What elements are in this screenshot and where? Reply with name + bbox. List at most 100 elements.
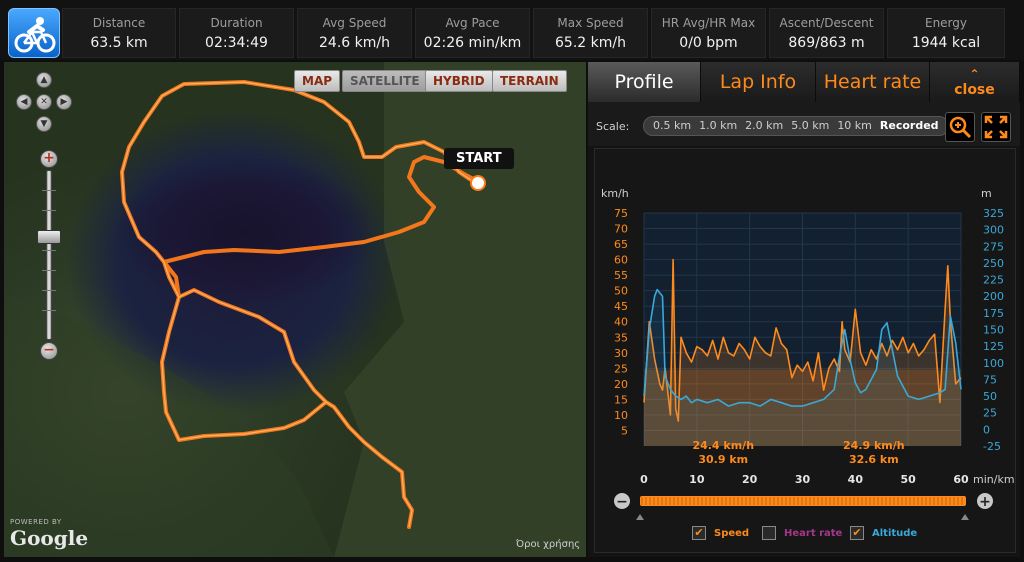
zoom-track[interactable]: [46, 170, 52, 340]
map-type-terrain-button[interactable]: TERRAIN: [492, 70, 567, 92]
stat-label: Avg Pace: [445, 16, 500, 30]
y-left-tick-label: 50: [614, 285, 628, 298]
minus-glyph: −: [616, 494, 628, 510]
pan-control: ▲ ◀ ✕ ▶ ▼: [14, 68, 72, 134]
x-tick-label: 60: [953, 473, 969, 486]
y-right-tick-label: 225: [983, 274, 1004, 287]
stats-bar: Distance 63.5 km Duration 02:34:49 Avg Spe…: [0, 0, 1024, 60]
route-overlay: [4, 62, 586, 557]
y-left-tick-label: 20: [614, 378, 628, 391]
legend-speed-label: Speed: [714, 527, 750, 539]
pan-down-icon[interactable]: ▼: [36, 116, 52, 132]
zoom-chart-button[interactable]: [945, 112, 975, 142]
x-tick-label: 20: [742, 473, 758, 486]
terms-link[interactable]: Όροι χρήσης: [516, 539, 580, 550]
checkbox-heart-rate[interactable]: [762, 526, 776, 540]
zoom-tick: [42, 210, 56, 211]
y-left-tick-label: 10: [614, 409, 628, 422]
annotation-speed: 24.4 km/h: [692, 439, 754, 452]
cycling-icon[interactable]: [8, 8, 60, 58]
x-tick-label: 50: [901, 473, 917, 486]
stat-value: 02:34:49: [205, 35, 268, 51]
tab-lap-info[interactable]: Lap Info: [701, 62, 816, 102]
stat-value: 869/863 m: [788, 35, 865, 51]
scale-option-2km[interactable]: 2.0 km: [742, 117, 786, 135]
y-left-tick-label: 5: [621, 424, 628, 437]
start-marker[interactable]: [470, 175, 486, 191]
checkbox-altitude[interactable]: ✔: [850, 526, 864, 540]
y-left-tick-label: 60: [614, 254, 628, 267]
x-tick-label: 10: [689, 473, 705, 486]
range-handle-right-icon: [961, 514, 969, 520]
y-right-axis-label: m: [981, 187, 992, 200]
annotation-distance: 30.9 km: [698, 453, 748, 466]
stat-distance: Distance 63.5 km: [62, 8, 176, 58]
y-right-tick-label: 150: [983, 324, 1004, 337]
y-left-tick-label: 15: [614, 393, 628, 406]
zoom-in-icon[interactable]: +: [40, 150, 58, 168]
y-left-axis-label: km/h: [601, 187, 629, 200]
map-type-map-button[interactable]: MAP: [294, 70, 341, 92]
scale-selector: 0.5 km 1.0 km 2.0 km 5.0 km 10 km Record…: [643, 116, 949, 136]
legend-heart-rate[interactable]: Heart rate: [762, 525, 842, 541]
stat-avg-pace: Avg Pace 02:26 min/km: [415, 8, 530, 58]
stat-duration: Duration 02:34:49: [179, 8, 294, 58]
scale-option-10km[interactable]: 10 km: [834, 117, 875, 135]
app-root: Distance 63.5 km Duration 02:34:49 Avg Spe…: [0, 0, 1024, 562]
scale-option-5km[interactable]: 5.0 km: [788, 117, 832, 135]
y-left-tick-label: 65: [614, 238, 628, 251]
pan-up-icon[interactable]: ▲: [36, 72, 52, 88]
annotation-speed: 24.9 km/h: [843, 439, 905, 452]
fullscreen-button[interactable]: [981, 112, 1011, 142]
stat-value: 1944 kcal: [911, 35, 981, 51]
tab-profile[interactable]: Profile: [588, 62, 701, 102]
y-right-tick-label: 275: [983, 240, 1004, 253]
zoom-handle[interactable]: [37, 230, 61, 244]
checkbox-speed[interactable]: ✔: [692, 526, 706, 540]
stat-value: 02:26 min/km: [423, 35, 522, 51]
google-logo[interactable]: Google: [10, 526, 88, 550]
x-tick-label: 0: [640, 473, 648, 486]
map-type-hybrid-button[interactable]: HYBRID: [425, 70, 493, 92]
pan-reset-icon[interactable]: ✕: [36, 94, 52, 110]
satellite-map[interactable]: MAP SATELLITE HYBRID TERRAIN ▲ ◀ ✕ ▶ ▼ +…: [4, 62, 586, 557]
scale-option-0-5km[interactable]: 0.5 km: [650, 117, 694, 135]
stat-label: Energy: [924, 16, 967, 30]
y-right-tick-label: 300: [983, 224, 1004, 237]
annotation-distance: 32.6 km: [849, 453, 899, 466]
profile-chart[interactable]: 5 10 15 20 25 30 35 40 45 50 55 60 65 70 75 -25 0 25 50 75 1…: [594, 148, 1016, 553]
stat-energy: Energy 1944 kcal: [887, 8, 1005, 58]
map-type-satellite-button[interactable]: SATELLITE: [342, 70, 428, 92]
x-axis-label: min/km: [973, 473, 1015, 486]
stat-ascent-descent: Ascent/Descent 869/863 m: [769, 8, 884, 58]
zoom-tick: [42, 310, 56, 311]
stat-label: Max Speed: [557, 16, 624, 30]
scale-bar: Scale: 0.5 km 1.0 km 2.0 km 5.0 km 10 km…: [588, 102, 1020, 146]
stats-group: Distance 63.5 km Duration 02:34:49 Avg Spe…: [62, 8, 1005, 58]
stat-label: Avg Speed: [322, 16, 387, 30]
pan-right-icon[interactable]: ▶: [56, 94, 72, 110]
y-right-tick-label: 325: [983, 207, 1004, 220]
scale-option-1km[interactable]: 1.0 km: [696, 117, 740, 135]
y-right-tick-label: 250: [983, 257, 1004, 270]
close-button[interactable]: ⌃ close: [930, 62, 1020, 102]
tab-heart-rate[interactable]: Heart rate: [816, 62, 930, 102]
stat-value: 63.5 km: [90, 35, 148, 51]
x-tick-label: 30: [795, 473, 811, 486]
zoom-slider[interactable]: + −: [37, 150, 61, 360]
legend-altitude[interactable]: ✔ Altitude: [850, 525, 917, 541]
pan-left-icon[interactable]: ◀: [16, 94, 32, 110]
y-left-tick-label: 40: [614, 316, 628, 329]
y-right-tick-label: 100: [983, 357, 1004, 370]
stat-avg-speed: Avg Speed 24.6 km/h: [297, 8, 412, 58]
zoom-out-icon[interactable]: −: [40, 342, 58, 360]
y-left-tick-label: 25: [614, 362, 628, 375]
scale-option-recorded[interactable]: Recorded: [877, 117, 942, 135]
legend-speed[interactable]: ✔ Speed: [692, 525, 749, 541]
powered-by-label: POWERED BY: [10, 518, 62, 526]
chart-svg[interactable]: 5 10 15 20 25 30 35 40 45 50 55 60 65 70 75 -25 0 25 50 75 1…: [595, 149, 1015, 552]
y-right-tick-label: 175: [983, 307, 1004, 320]
panel-tabs: Profile Lap Info Heart rate ⌃ close: [588, 62, 1020, 102]
close-label: close: [954, 82, 995, 98]
stat-value: 24.6 km/h: [319, 35, 390, 51]
